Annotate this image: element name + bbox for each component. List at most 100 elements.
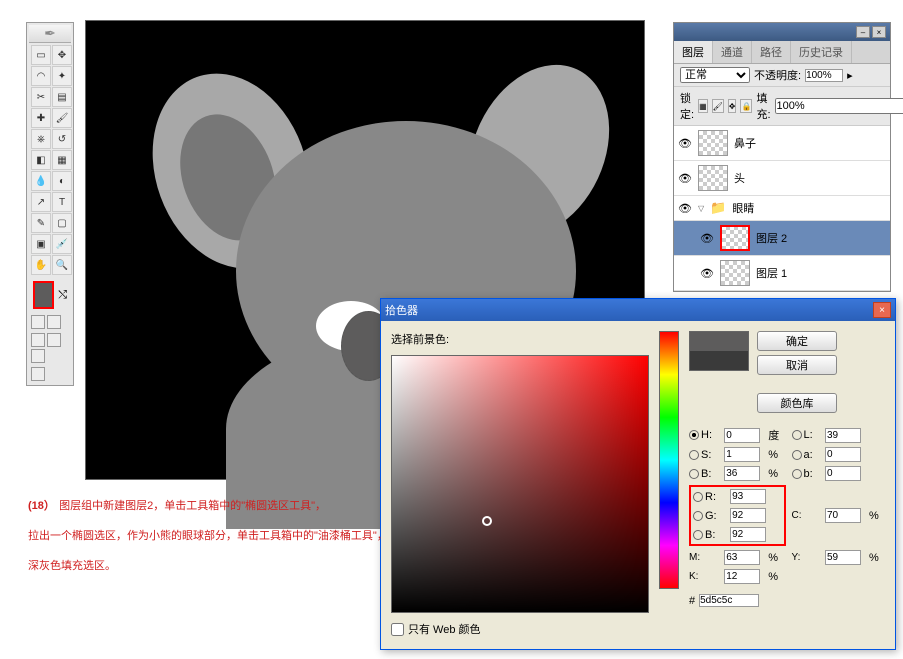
- layer-item[interactable]: 👁 鼻子: [674, 126, 890, 161]
- picker-subtitle: 选择前景色:: [391, 331, 649, 347]
- b-input[interactable]: [825, 466, 861, 481]
- history-brush-tool[interactable]: ↺: [52, 129, 72, 149]
- wand-tool[interactable]: ✦: [52, 66, 72, 86]
- blend-mode-select[interactable]: 正常: [680, 67, 750, 83]
- color-preview: [689, 331, 749, 371]
- bv-input[interactable]: [724, 466, 760, 481]
- l-radio[interactable]: [792, 430, 802, 440]
- layer-thumb[interactable]: [720, 225, 750, 251]
- layer-item[interactable]: 👁 图层 2: [674, 221, 890, 256]
- lock-all-icon[interactable]: 🔒: [740, 99, 752, 113]
- quickmask-mode[interactable]: [47, 315, 61, 329]
- panel-titlebar[interactable]: – ×: [674, 23, 890, 41]
- shape-tool[interactable]: ▢: [52, 213, 72, 233]
- bb-input[interactable]: [730, 527, 766, 542]
- g-input[interactable]: [730, 508, 766, 523]
- move-tool[interactable]: ✥: [52, 45, 72, 65]
- zoom-tool[interactable]: 🔍: [52, 255, 72, 275]
- bb-radio[interactable]: [693, 530, 703, 540]
- hex-input[interactable]: [699, 594, 759, 607]
- close-icon[interactable]: ×: [872, 26, 886, 38]
- jump-to[interactable]: [31, 367, 45, 381]
- foreground-swatch[interactable]: [33, 281, 54, 309]
- layer-thumb[interactable]: [720, 260, 750, 286]
- layer-item[interactable]: 👁 图层 1: [674, 256, 890, 291]
- step-number: (18）: [28, 500, 55, 512]
- screen-full[interactable]: [31, 349, 45, 363]
- c-input[interactable]: [825, 508, 861, 523]
- blur-tool[interactable]: 💧: [31, 171, 51, 191]
- visibility-icon[interactable]: 👁: [678, 172, 692, 185]
- visibility-icon[interactable]: 👁: [700, 267, 714, 280]
- brush-tool[interactable]: 🖌: [52, 108, 72, 128]
- type-tool[interactable]: T: [52, 192, 72, 212]
- layer-thumb[interactable]: [698, 130, 728, 156]
- lock-paint-icon[interactable]: 🖌: [712, 99, 724, 113]
- web-only-input[interactable]: [391, 623, 404, 636]
- tab-channels[interactable]: 通道: [713, 41, 752, 63]
- r-radio[interactable]: [693, 492, 703, 502]
- color-library-button[interactable]: 颜色库: [757, 393, 837, 413]
- visibility-icon[interactable]: 👁: [678, 202, 692, 215]
- r-input[interactable]: [730, 489, 766, 504]
- layer-thumb[interactable]: [698, 165, 728, 191]
- bv-radio[interactable]: [689, 469, 699, 479]
- tool-grid: ▭ ✥ ◠ ✦ ✂ ▤ ✚ 🖌 ⎈ ↺ ◧ ▦ 💧 ◐ ↗ T ✎ ▢ ▣ 💉 …: [29, 43, 71, 277]
- eraser-tool[interactable]: ◧: [31, 150, 51, 170]
- screen-full-menu[interactable]: [47, 333, 61, 347]
- lock-move-icon[interactable]: ✥: [728, 99, 737, 113]
- gradient-tool[interactable]: ▦: [52, 150, 72, 170]
- stamp-tool[interactable]: ⎈: [31, 129, 51, 149]
- b-radio[interactable]: [792, 469, 802, 479]
- slice-tool[interactable]: ▤: [52, 87, 72, 107]
- screen-std[interactable]: [31, 333, 45, 347]
- standard-mode[interactable]: [31, 315, 45, 329]
- minimize-icon[interactable]: –: [856, 26, 870, 38]
- notes-tool[interactable]: ▣: [31, 234, 51, 254]
- layer-item[interactable]: 👁 头: [674, 161, 890, 196]
- pen-tool[interactable]: ✎: [31, 213, 51, 233]
- m-input[interactable]: [724, 550, 760, 565]
- g-radio[interactable]: [693, 511, 703, 521]
- visibility-icon[interactable]: 👁: [700, 232, 714, 245]
- s-radio[interactable]: [689, 450, 699, 460]
- tab-layers[interactable]: 图层: [674, 41, 713, 63]
- toolbox: ✒ ▭ ✥ ◠ ✦ ✂ ▤ ✚ 🖌 ⎈ ↺ ◧ ▦ 💧 ◐ ↗ T ✎ ▢ ▣ …: [26, 22, 74, 386]
- tab-history[interactable]: 历史记录: [791, 41, 852, 63]
- swap-colors-icon[interactable]: ⤭: [58, 289, 67, 302]
- a-input[interactable]: [825, 447, 861, 462]
- heal-tool[interactable]: ✚: [31, 108, 51, 128]
- close-icon[interactable]: ×: [873, 302, 891, 318]
- ok-button[interactable]: 确定: [757, 331, 837, 351]
- y-input[interactable]: [825, 550, 861, 565]
- tab-paths[interactable]: 路径: [752, 41, 791, 63]
- hand-tool[interactable]: ✋: [31, 255, 51, 275]
- l-input[interactable]: [825, 428, 861, 443]
- h-radio[interactable]: [689, 430, 699, 440]
- path-tool[interactable]: ↗: [31, 192, 51, 212]
- dodge-tool[interactable]: ◐: [52, 171, 72, 191]
- crop-tool[interactable]: ✂: [31, 87, 51, 107]
- lock-trans-icon[interactable]: ▦: [698, 99, 708, 113]
- chevron-icon[interactable]: ▸: [847, 69, 853, 82]
- feather-icon: ✒: [44, 25, 56, 42]
- eyedropper-tool[interactable]: 💉: [52, 234, 72, 254]
- picker-titlebar[interactable]: 拾色器 ×: [381, 299, 895, 321]
- web-only-checkbox[interactable]: 只有 Web 颜色: [391, 621, 649, 637]
- color-swatch-area: ⤭: [29, 277, 71, 313]
- fill-input[interactable]: [775, 98, 903, 114]
- k-input[interactable]: [724, 569, 760, 584]
- a-radio[interactable]: [792, 450, 802, 460]
- mode-buttons: [29, 313, 71, 331]
- lasso-tool[interactable]: ◠: [31, 66, 51, 86]
- marquee-rect-tool[interactable]: ▭: [31, 45, 51, 65]
- cancel-button[interactable]: 取消: [757, 355, 837, 375]
- expand-arrow-icon[interactable]: ▽: [698, 204, 704, 213]
- visibility-icon[interactable]: 👁: [678, 137, 692, 150]
- toolbox-header[interactable]: ✒: [29, 25, 71, 43]
- opacity-input[interactable]: [805, 69, 843, 82]
- hex-label: #: [689, 595, 695, 607]
- layer-group-item[interactable]: 👁 ▽ 📁 眼睛: [674, 196, 890, 221]
- s-input[interactable]: [724, 447, 760, 462]
- h-input[interactable]: [724, 428, 760, 443]
